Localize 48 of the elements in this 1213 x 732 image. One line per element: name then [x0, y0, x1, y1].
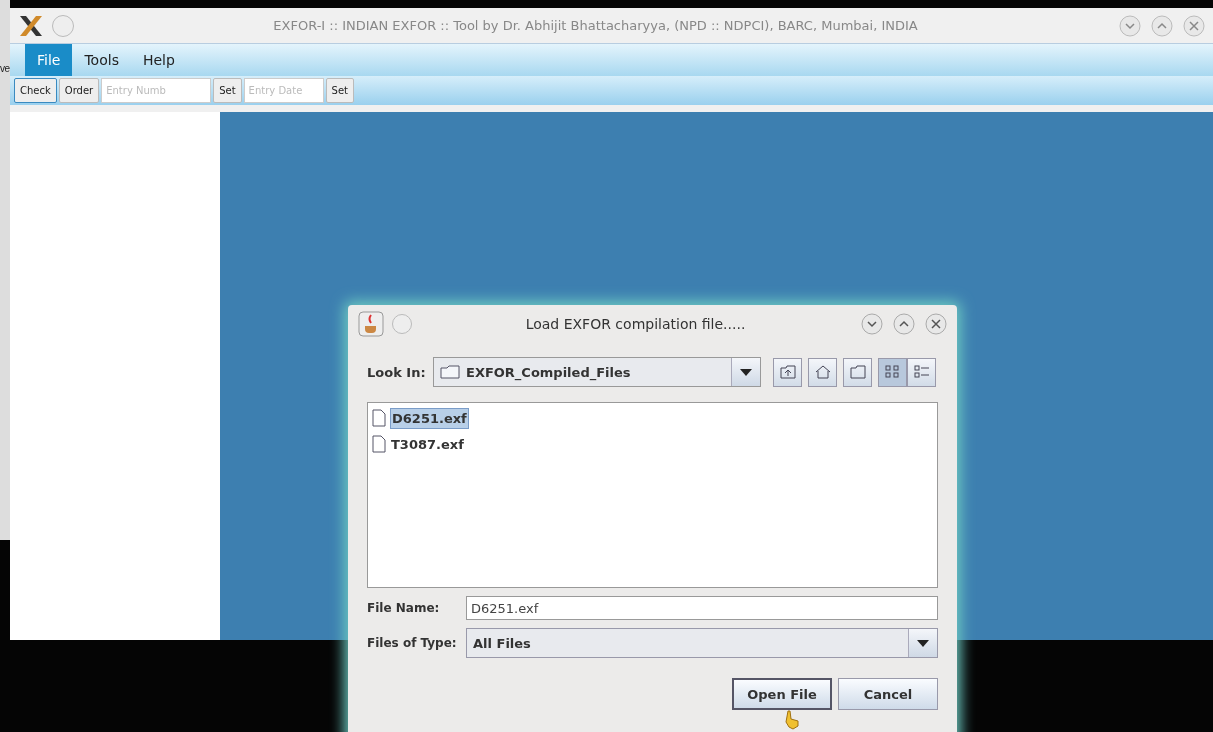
maximize-icon[interactable]	[1151, 14, 1173, 37]
file-entry[interactable]: D6251.exf	[390, 407, 469, 429]
input-field[interactable]: Entry Numb	[101, 78, 212, 103]
list-view-icon	[913, 365, 930, 379]
dialog-button[interactable]: Open File	[732, 678, 832, 710]
folder-icon	[849, 365, 866, 379]
folder-up-icon	[779, 365, 796, 379]
input-field[interactable]: Entry Date	[243, 78, 324, 103]
toolbar-button[interactable]: Order	[58, 78, 100, 103]
list-button[interactable]	[878, 357, 907, 387]
grid-view-icon	[884, 365, 901, 379]
file-name-label: File Name:	[367, 601, 441, 615]
up-button[interactable]	[773, 357, 802, 387]
background-window-text: ve	[0, 63, 10, 74]
minimize-icon[interactable]	[861, 313, 883, 335]
cup-icon	[358, 311, 384, 337]
file-name-field[interactable]: D6251.exf	[466, 596, 938, 620]
file-icon	[372, 409, 386, 427]
minimize-icon[interactable]	[1119, 14, 1141, 37]
dialog-title: Load EXFOR compilation file.....	[524, 316, 747, 332]
home-button[interactable]	[808, 357, 837, 387]
new-folder-button[interactable]	[843, 357, 872, 387]
close-icon[interactable]	[925, 313, 947, 335]
toolbar-button[interactable]: Check	[14, 78, 57, 103]
window-title: EXFOR-I :: INDIAN EXFOR :: Tool by Dr. Abhijit Bhattacharyya, (NPD :: NDPCI), BARC, Mumbai, INDIA	[272, 18, 919, 33]
dialog-button[interactable]: Cancel	[838, 678, 938, 710]
toolbar-button[interactable]: Set	[213, 78, 242, 103]
file-icon	[372, 435, 386, 453]
menu-item[interactable]: Tools	[72, 44, 131, 76]
window-menu-icon[interactable]	[52, 14, 74, 37]
details-button[interactable]	[907, 357, 936, 387]
dropdown-arrow-icon	[740, 368, 752, 376]
file-type-label: Files of Type:	[367, 636, 458, 650]
look-in-label: Look In:	[367, 364, 427, 380]
file-type-dropdown[interactable]: All Files	[466, 628, 938, 658]
maximize-icon[interactable]	[893, 313, 915, 335]
home-icon	[814, 365, 831, 379]
dropdown-arrow-icon	[917, 639, 929, 647]
window-menu-icon[interactable]	[392, 314, 412, 334]
look-in-dropdown[interactable]: EXFOR_Compiled_Files	[433, 357, 761, 387]
file-entry[interactable]: T3087.exf	[390, 434, 465, 454]
menu-item[interactable]: Help	[130, 44, 187, 76]
hand-cursor-icon	[785, 710, 801, 730]
close-icon[interactable]	[1183, 14, 1205, 37]
folder-icon	[440, 365, 460, 379]
menu-item[interactable]: File	[25, 44, 73, 76]
x-logo-icon	[18, 13, 44, 38]
toolbar-button[interactable]: Set	[325, 78, 355, 103]
